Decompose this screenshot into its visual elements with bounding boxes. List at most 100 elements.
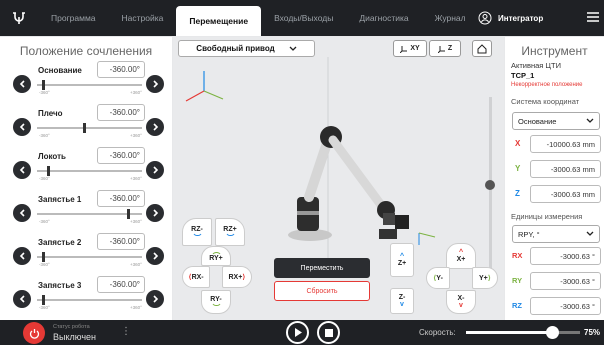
home-icon	[477, 43, 487, 53]
joint-slider[interactable]	[37, 209, 142, 219]
status-bar: Статус робота Выключен ⋮ Скорость: 75%	[0, 320, 604, 345]
y-minus-button[interactable]: ⟨ Y-	[426, 267, 450, 289]
view-xy-button[interactable]: XY	[393, 40, 427, 57]
stop-button[interactable]	[317, 321, 340, 344]
tab-settings[interactable]: Настройка	[109, 0, 177, 36]
slider-max-label: +360°	[130, 305, 142, 310]
rotate-right-icon	[226, 233, 234, 237]
joint-value-input[interactable]: -360.00°	[97, 233, 145, 250]
robot-status-value: Выключен	[53, 332, 96, 342]
speed-fill	[466, 331, 552, 334]
axis-value-input[interactable]: -3000.63 °	[530, 297, 601, 315]
tab-diagnostics[interactable]: Диагностика	[346, 0, 421, 36]
joint-slider[interactable]	[37, 252, 142, 262]
view-z-button[interactable]: Z	[429, 40, 461, 57]
power-button[interactable]	[23, 322, 45, 344]
chevron-down-icon	[289, 46, 297, 51]
joint-value-input[interactable]: -360.00°	[97, 104, 145, 121]
rx-minus-button[interactable]: ⟨ RX-	[182, 266, 210, 288]
axis-xy-icon	[400, 45, 408, 53]
user-menu[interactable]: Интегратор	[478, 0, 543, 36]
tab-io[interactable]: Входы/Выходы	[261, 0, 346, 36]
slider-max-label: +360°	[130, 176, 142, 181]
rotate-down-icon	[212, 303, 220, 307]
rx-plus-button[interactable]: RX+ ⟩	[222, 266, 252, 288]
play-button[interactable]	[286, 321, 309, 344]
mode-dropdown[interactable]: Свободный привод	[178, 40, 315, 57]
joint-name: Локоть	[38, 152, 66, 161]
joint-increase-button[interactable]	[146, 161, 164, 179]
z-minus-button[interactable]: Z- v	[390, 288, 414, 314]
z-plus-button[interactable]: ^ Z+	[390, 243, 414, 277]
tab-move[interactable]: Перемещение	[176, 6, 262, 36]
joint-slider-handle[interactable]	[47, 166, 51, 176]
units-select[interactable]: RPY, °	[512, 225, 600, 243]
ry-plus-button[interactable]: RY+	[201, 246, 231, 266]
joint-decrease-button[interactable]	[13, 75, 31, 93]
joint-decrease-button[interactable]	[13, 204, 31, 222]
more-options-icon[interactable]: ⋮	[121, 326, 131, 337]
power-icon	[29, 328, 39, 339]
speed-slider[interactable]	[466, 326, 580, 339]
axis-value-input[interactable]: -3000.63 mm	[530, 185, 601, 203]
rz-minus-button[interactable]: RZ-	[182, 218, 212, 246]
move-button[interactable]: Переместить	[274, 258, 370, 278]
rotate-left-icon	[193, 233, 201, 237]
joint-increase-button[interactable]	[146, 247, 164, 265]
joint-slider-handle[interactable]	[42, 80, 46, 90]
joint-value-input[interactable]: -360.00°	[97, 190, 145, 207]
axis-value-input[interactable]: -3000.63 °	[530, 272, 601, 290]
joint-slider-handle[interactable]	[42, 252, 46, 262]
axis-label: RX	[512, 251, 523, 260]
home-view-button[interactable]	[472, 40, 492, 57]
chevron-down-icon-units	[586, 231, 594, 236]
tab-program[interactable]: Программа	[38, 0, 109, 36]
user-icon	[478, 11, 492, 25]
joint-decrease-button[interactable]	[13, 247, 31, 265]
joint-slider-handle[interactable]	[126, 209, 130, 219]
chevron-right-icon	[152, 80, 158, 88]
x-minus-button[interactable]: X- v	[446, 290, 476, 314]
joint-increase-button[interactable]	[146, 118, 164, 136]
slider-min-label: -360°	[39, 305, 50, 310]
joint-decrease-button[interactable]	[13, 290, 31, 308]
viewport-scroll-thumb[interactable]	[485, 180, 495, 190]
axis-value-input[interactable]: -3000.63 mm	[530, 160, 601, 178]
joint-name: Запястье 1	[38, 195, 82, 204]
hamburger-menu-icon[interactable]	[586, 10, 600, 24]
x-plus-button[interactable]: ^ X+	[446, 243, 476, 269]
joint-decrease-button[interactable]	[13, 161, 31, 179]
chevron-left-icon	[19, 123, 25, 131]
ry-minus-button[interactable]: RY-	[201, 290, 231, 314]
joint-increase-button[interactable]	[146, 75, 164, 93]
axis-label: RZ	[512, 301, 522, 310]
joint-increase-button[interactable]	[146, 290, 164, 308]
joint-slider[interactable]	[37, 123, 142, 133]
joint-value-input[interactable]: -360.00°	[97, 147, 145, 164]
coord-system-label: Система координат	[511, 97, 580, 106]
logo-icon	[0, 0, 38, 36]
joint-decrease-button[interactable]	[13, 118, 31, 136]
joint-slider[interactable]	[37, 295, 142, 305]
joint-increase-button[interactable]	[146, 204, 164, 222]
speed-handle[interactable]	[545, 326, 559, 339]
joint-slider-handle[interactable]	[42, 295, 46, 305]
joint-slider[interactable]	[37, 80, 142, 90]
rz-plus-button[interactable]: RZ+	[215, 218, 245, 246]
reset-button[interactable]: Сбросить	[274, 281, 370, 301]
speed-value: 75%	[584, 328, 601, 337]
y-plus-button[interactable]: Y+ ⟩	[472, 267, 498, 289]
joint-slider[interactable]	[37, 166, 142, 176]
chevron-left-icon	[19, 252, 25, 260]
tab-log[interactable]: Журнал	[422, 0, 479, 36]
joint-row: Запястье 1 -360.00° -360° +360°	[0, 189, 172, 229]
coord-system-select[interactable]: Основание	[512, 112, 600, 130]
joint-value-input[interactable]: -360.00°	[97, 61, 145, 78]
axis-value-input[interactable]: -10000.63 mm	[530, 135, 601, 153]
slider-min-label: -360°	[39, 262, 50, 267]
axis-value-input[interactable]: -3000.63 °	[530, 247, 601, 265]
chevron-down-icon-z: v	[400, 301, 404, 308]
joint-slider-handle[interactable]	[82, 123, 86, 133]
user-name: Интегратор	[498, 13, 544, 23]
joint-value-input[interactable]: -360.00°	[97, 276, 145, 293]
